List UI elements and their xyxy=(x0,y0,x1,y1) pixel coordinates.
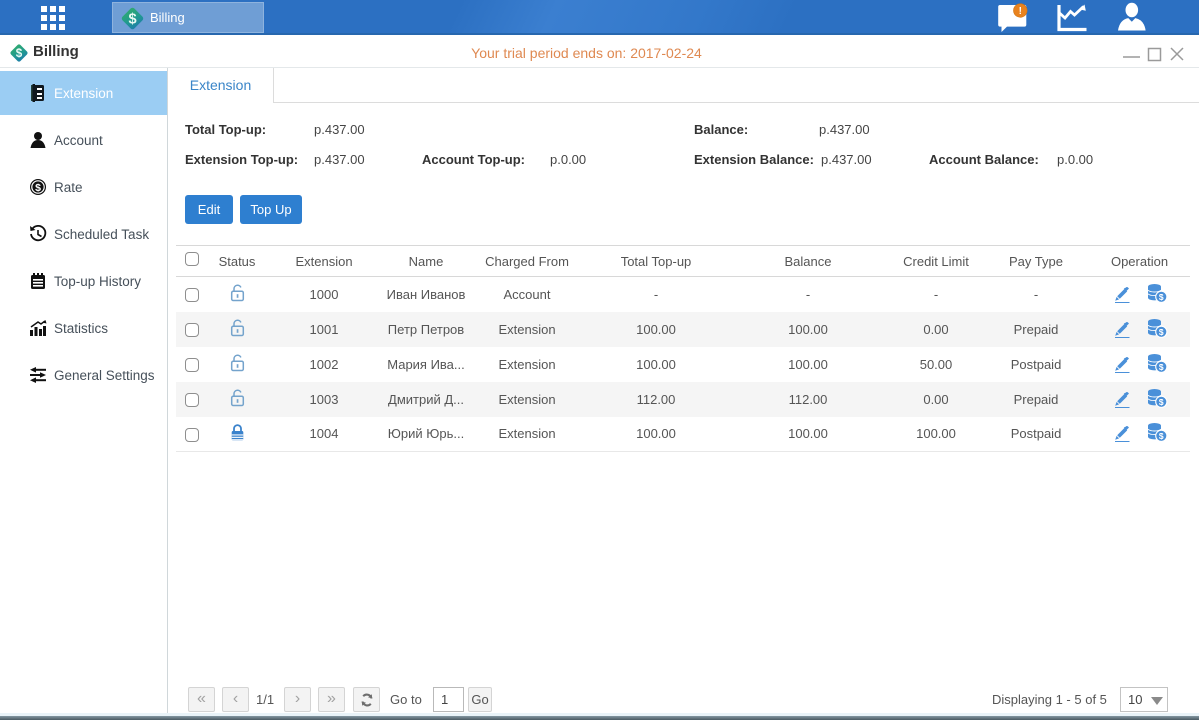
svg-text:$: $ xyxy=(35,182,41,194)
svg-text:$: $ xyxy=(1158,397,1163,407)
svg-text:!: ! xyxy=(1019,6,1022,17)
svg-text:$: $ xyxy=(1158,327,1163,337)
svg-text:$: $ xyxy=(1158,431,1163,441)
svg-text:$: $ xyxy=(128,11,136,27)
svg-text:$: $ xyxy=(1158,362,1163,372)
svg-text:$: $ xyxy=(1158,292,1163,302)
